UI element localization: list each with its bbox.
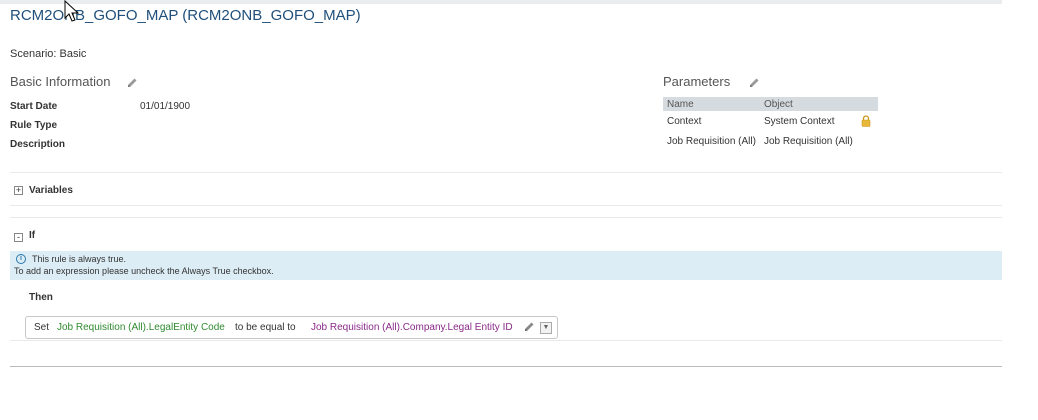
- top-divider: [0, 0, 1002, 4]
- page-title: RCM2ONB_GOFO_MAP (RCM2ONB_GOFO_MAP): [10, 7, 361, 24]
- info-message-line1: This rule is always true.: [32, 254, 127, 264]
- parameter-object: Job Requisition (All): [763, 135, 853, 147]
- parameter-object-label: System Context: [763, 115, 835, 127]
- expand-icon[interactable]: +: [14, 186, 23, 195]
- parameters-table: Name Object Context System Context Job R…: [663, 97, 878, 151]
- rule-type-label: Rule Type: [10, 120, 58, 131]
- set-keyword: Set: [34, 322, 50, 333]
- parameters-heading: Parameters: [663, 74, 731, 89]
- pencil-icon[interactable]: [126, 77, 138, 89]
- start-date-label: Start Date: [10, 101, 58, 112]
- pencil-icon[interactable]: [523, 321, 535, 333]
- lock-icon: [861, 115, 871, 127]
- column-header-object: Object: [759, 97, 878, 111]
- always-true-info-message: i This rule is always true. To add an ex…: [10, 251, 1002, 280]
- variables-panel: + Variables: [10, 172, 1002, 206]
- source-field-link[interactable]: Job Requisition (All).Company.Legal Enti…: [311, 322, 513, 333]
- scenario-label: Scenario: Basic: [10, 48, 87, 60]
- table-row: Context System Context: [663, 111, 878, 131]
- start-date-value: 01/01/1900: [140, 101, 191, 112]
- parameter-name: Job Requisition (All): [667, 135, 756, 147]
- then-label: Then: [29, 292, 53, 303]
- parameters-header-row: Name Object: [663, 97, 878, 111]
- if-label[interactable]: If: [29, 230, 35, 241]
- parameter-object: System Context: [760, 111, 878, 131]
- variables-label[interactable]: Variables: [29, 185, 73, 196]
- dropdown-icon[interactable]: ▼: [540, 322, 552, 334]
- target-field-link[interactable]: Job Requisition (All).LegalEntity Code: [57, 322, 225, 333]
- operator-text[interactable]: to be equal to: [235, 322, 296, 333]
- column-header-name: Name: [663, 97, 760, 111]
- basic-information-heading: Basic Information: [10, 74, 111, 89]
- description-label: Description: [10, 139, 66, 150]
- bottom-divider: [10, 366, 1002, 367]
- info-icon: i: [16, 254, 26, 264]
- then-expression[interactable]: Set Job Requisition (All).LegalEntity Co…: [25, 316, 558, 339]
- pencil-icon[interactable]: [748, 77, 760, 89]
- table-row: Job Requisition (All) Job Requisition (A…: [663, 131, 878, 151]
- info-message-line2: To add an expression please uncheck the …: [14, 266, 274, 276]
- mouse-cursor-icon: [64, 0, 80, 22]
- parameter-name: Context: [667, 115, 702, 127]
- collapse-icon[interactable]: -: [14, 233, 23, 242]
